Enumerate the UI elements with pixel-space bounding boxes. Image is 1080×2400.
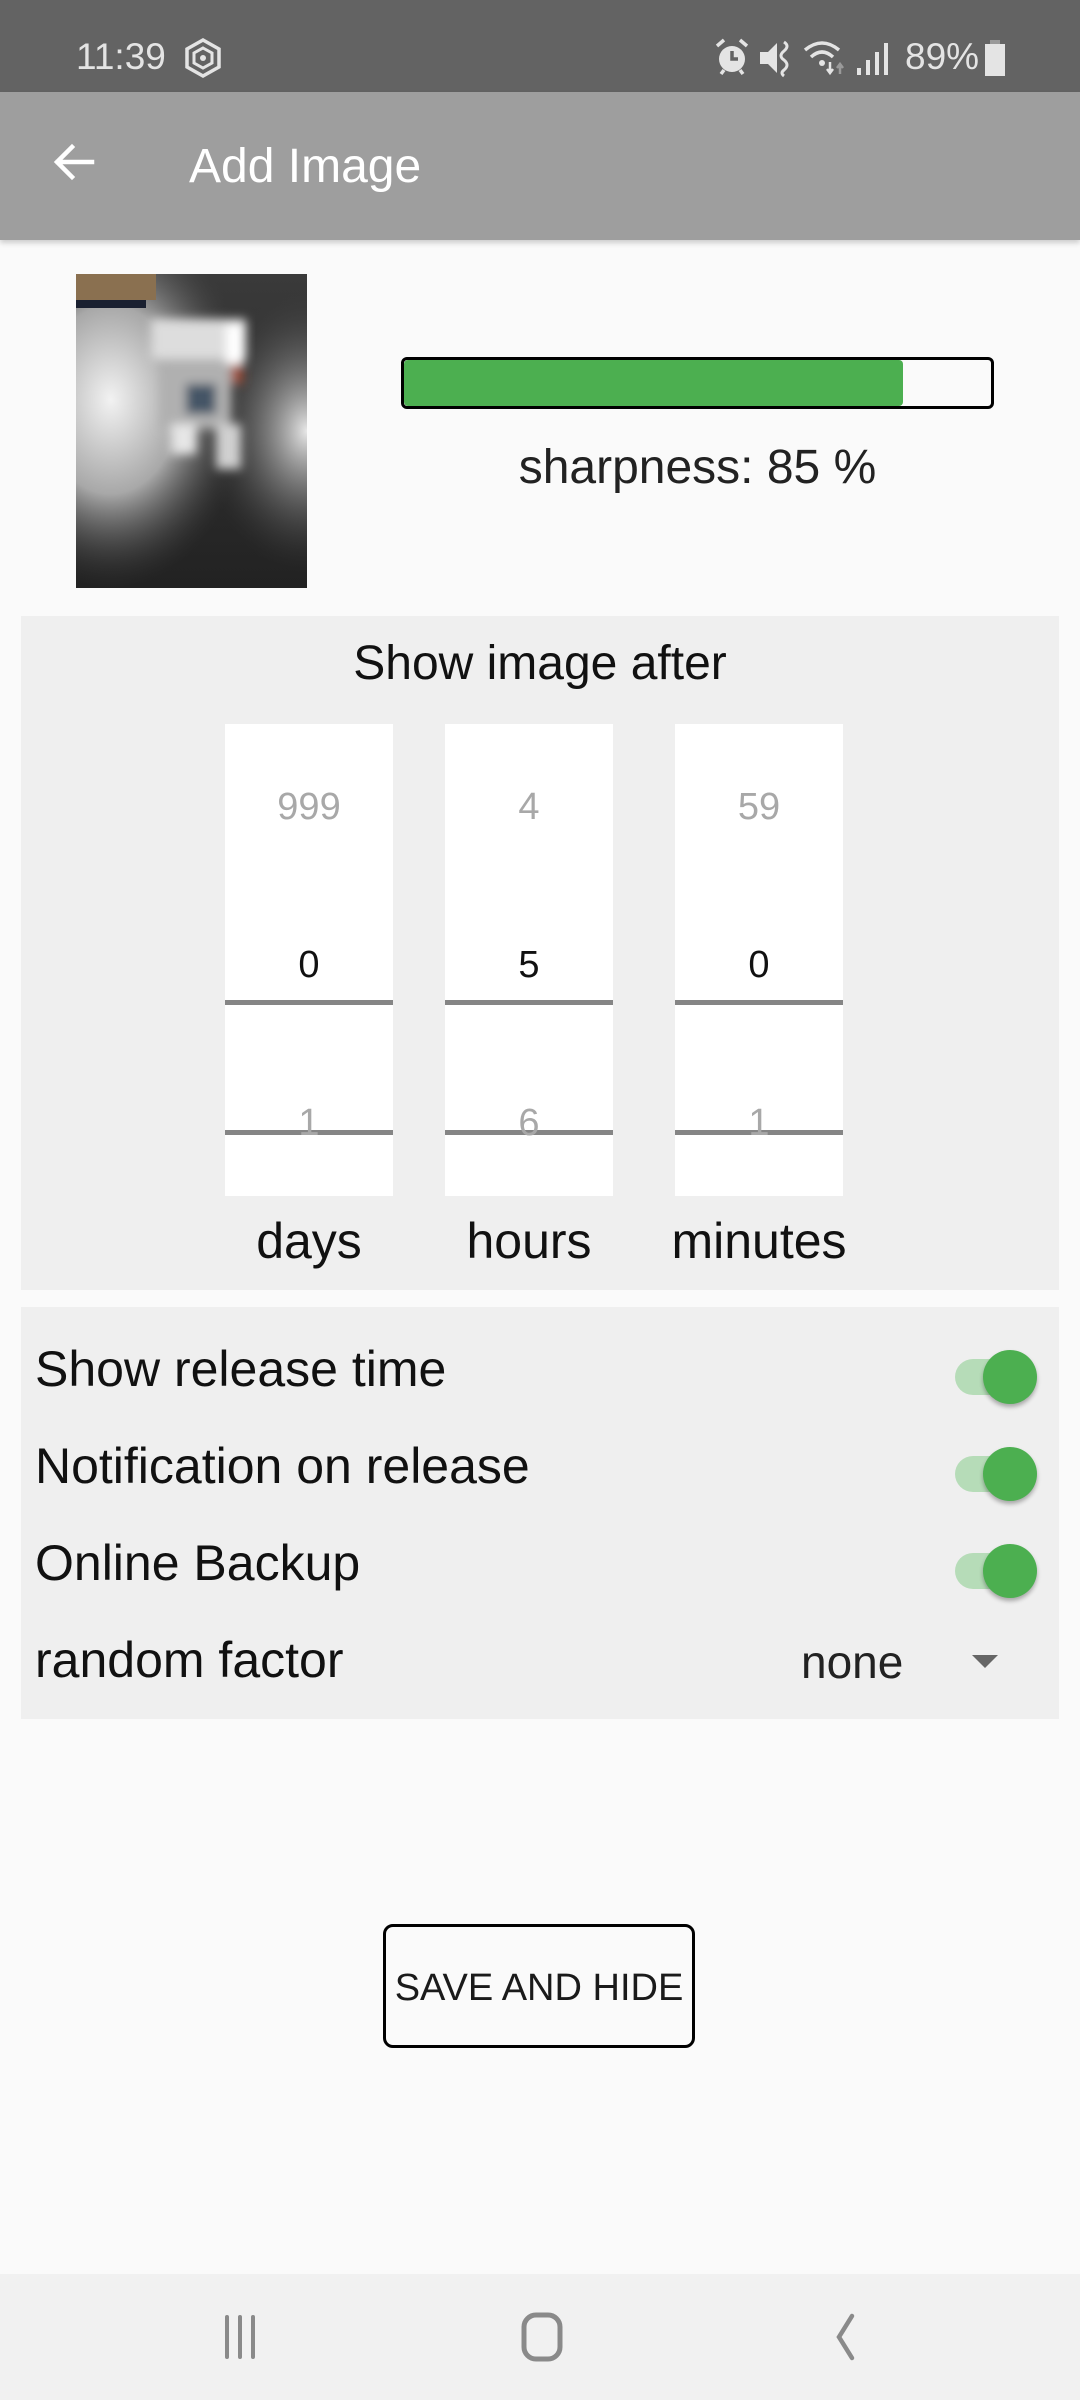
- days-current-value[interactable]: 0: [225, 944, 393, 987]
- app-bar: Add Image: [0, 92, 1080, 240]
- arrow-left-icon[interactable]: [48, 136, 100, 188]
- toggle-thumb: [983, 1447, 1037, 1501]
- release-delay-heading: Show image after: [353, 637, 727, 690]
- setting-show-release-time: Show release time: [21, 1322, 1059, 1412]
- minutes-label: minutes: [671, 1213, 847, 1269]
- battery-percentage: 89%: [905, 36, 980, 77]
- online-backup-label: Online Backup: [35, 1535, 361, 1591]
- sharpness-progress-fill: [404, 360, 903, 406]
- back-icon[interactable]: [800, 2302, 890, 2372]
- toggle-thumb: [983, 1544, 1037, 1598]
- recent-apps-icon[interactable]: [195, 2302, 285, 2372]
- picker-divider: [225, 1000, 393, 1005]
- hours-next-value[interactable]: 6: [445, 1102, 613, 1145]
- navigation-bar: [0, 2274, 1080, 2400]
- days-next-value[interactable]: 1: [225, 1102, 393, 1145]
- online-backup-toggle[interactable]: [955, 1538, 1041, 1598]
- show-release-time-toggle[interactable]: [955, 1344, 1041, 1404]
- image-thumbnail[interactable]: [76, 274, 307, 588]
- vpn-shield-icon: [185, 38, 221, 78]
- random-factor-value: none: [801, 1636, 904, 1688]
- save-and-hide-label: SAVE AND HIDE: [394, 1967, 684, 2009]
- notification-on-release-label: Notification on release: [35, 1438, 530, 1494]
- days-prev-value[interactable]: 999: [225, 786, 393, 829]
- page-title: Add Image: [189, 140, 422, 193]
- toggle-thumb: [983, 1350, 1037, 1404]
- vibrate-mute-icon: [760, 40, 789, 78]
- save-and-hide-button[interactable]: SAVE AND HIDE: [383, 1924, 695, 2048]
- random-factor-label: random factor: [35, 1632, 344, 1688]
- setting-notification-on-release: Notification on release: [21, 1419, 1059, 1509]
- alarm-icon: [715, 38, 749, 76]
- release-delay-section: Show image after 999 0 1 days 4 5 6 hour…: [21, 616, 1059, 1290]
- notification-on-release-toggle[interactable]: [955, 1441, 1041, 1501]
- settings-section: Show release time Notification on releas…: [21, 1307, 1059, 1719]
- status-bar: 11:39 89%: [0, 0, 1080, 92]
- minutes-picker[interactable]: 59 0 1: [675, 724, 843, 1196]
- status-time: 11:39: [76, 36, 166, 77]
- days-label: days: [256, 1213, 362, 1269]
- setting-random-factor: random factor none: [21, 1613, 1059, 1703]
- picker-divider: [445, 1000, 613, 1005]
- battery-icon: [985, 40, 1005, 76]
- sharpness-label: sharpness: 85 %: [518, 441, 877, 494]
- picker-divider: [675, 1000, 843, 1005]
- days-picker[interactable]: 999 0 1: [225, 724, 393, 1196]
- hours-picker[interactable]: 4 5 6: [445, 724, 613, 1196]
- minutes-next-value[interactable]: 1: [675, 1102, 843, 1145]
- home-icon[interactable]: [497, 2302, 587, 2372]
- setting-online-backup: Online Backup: [21, 1516, 1059, 1606]
- hours-current-value[interactable]: 5: [445, 944, 613, 987]
- random-factor-dropdown[interactable]: none: [781, 1623, 1041, 1693]
- signal-icon: [857, 43, 888, 75]
- hours-prev-value[interactable]: 4: [445, 786, 613, 829]
- hours-label: hours: [466, 1213, 592, 1269]
- wifi-icon: [803, 41, 844, 76]
- minutes-prev-value[interactable]: 59: [675, 786, 843, 829]
- blurred-photo: [76, 274, 307, 588]
- dropdown-arrow-icon: [972, 1655, 998, 1668]
- minutes-current-value[interactable]: 0: [675, 944, 843, 987]
- sharpness-progress-bar: [401, 357, 994, 409]
- show-release-time-label: Show release time: [35, 1341, 447, 1397]
